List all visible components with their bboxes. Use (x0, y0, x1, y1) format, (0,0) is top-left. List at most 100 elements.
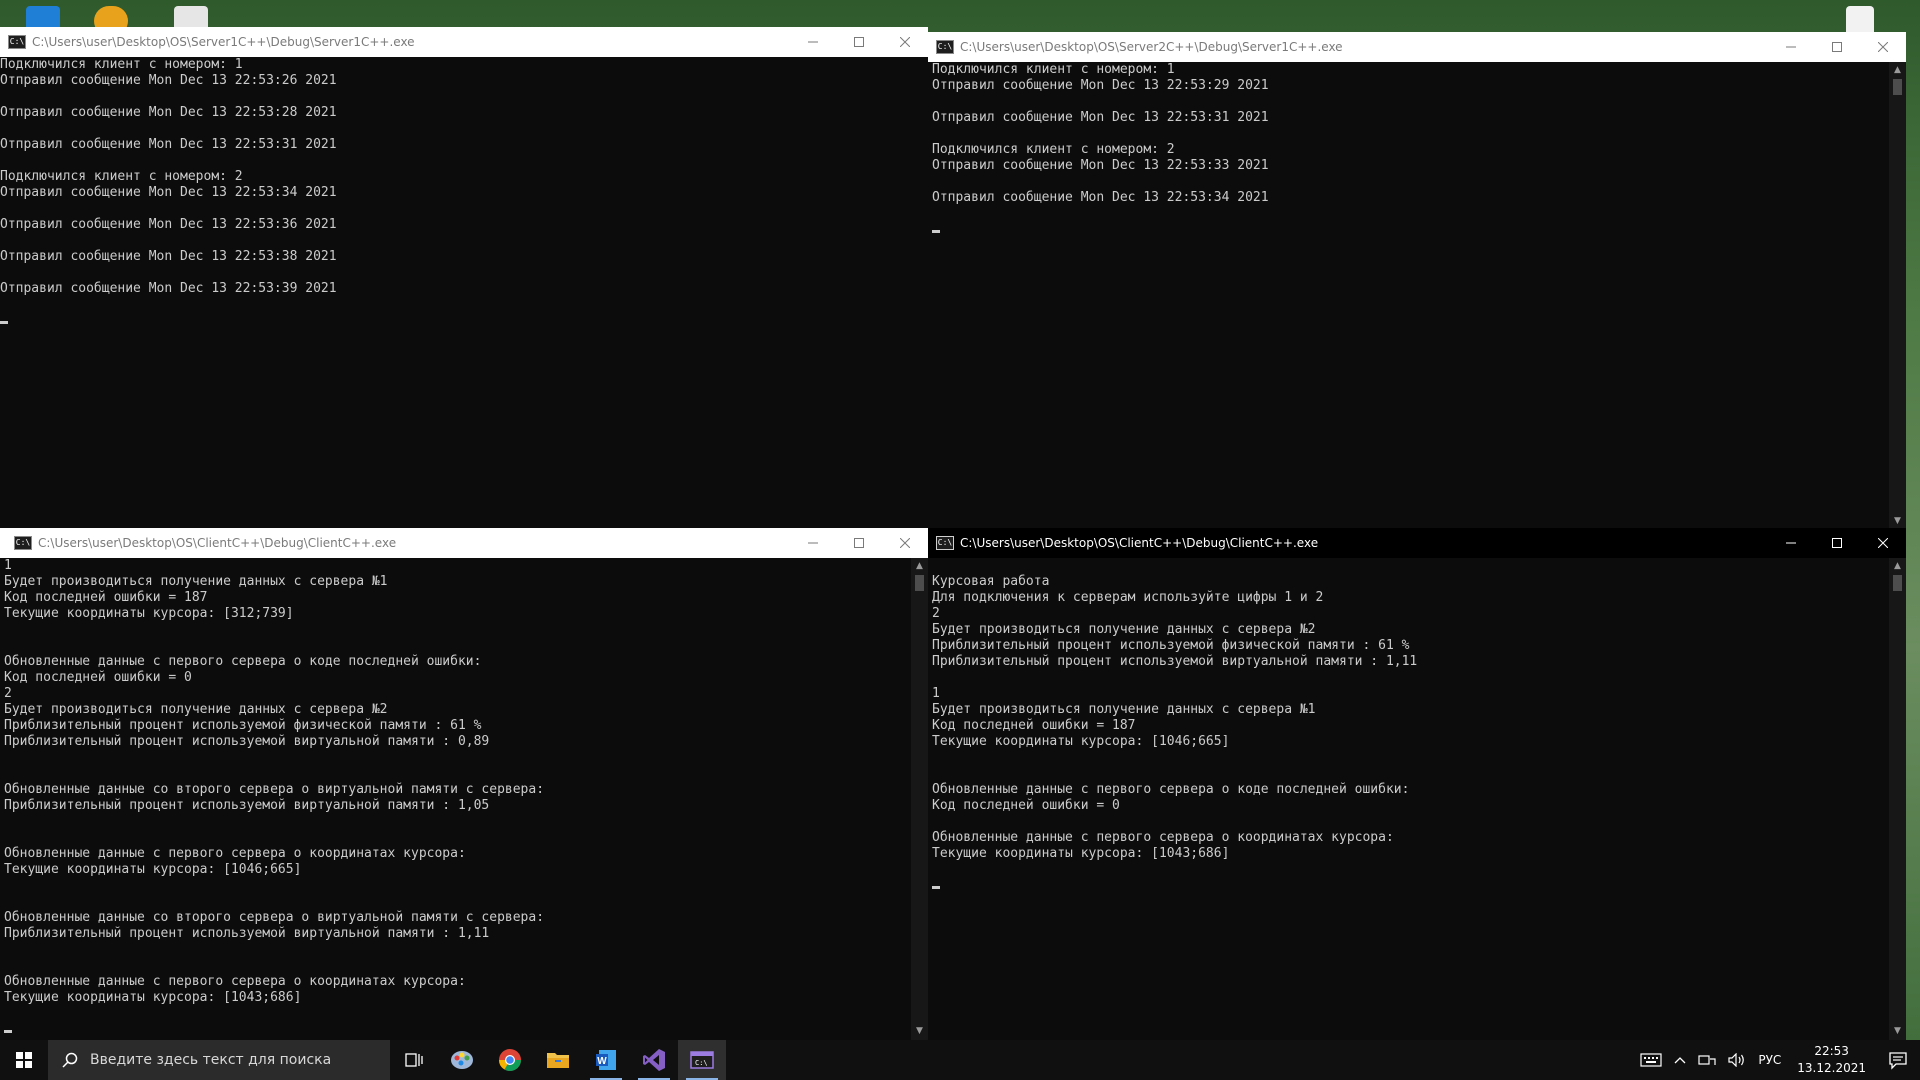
console-line: Для подключения к серверам используйте ц… (932, 590, 1324, 605)
scroll-down-arrow-icon[interactable]: ▼ (911, 1023, 928, 1040)
start-button[interactable] (0, 1040, 48, 1080)
clock-time: 22:53 (1814, 1044, 1849, 1058)
maximize-button[interactable] (836, 528, 882, 558)
console-line: Обновленные данные с первого сервера о к… (4, 974, 466, 989)
scroll-down-arrow-icon[interactable]: ▼ (1889, 1023, 1906, 1040)
client1-titlebar[interactable]: C:\ C:\Users\user\Desktop\OS\ClientC++\D… (0, 528, 928, 558)
client2-console-output[interactable]: Курсовая работа Для подключения к сервера… (928, 558, 1889, 1040)
console-line: Обновленные данные с первого сервера о к… (932, 782, 1410, 797)
client1-console-window[interactable]: C:\ C:\Users\user\Desktop\OS\ClientC++\D… (0, 528, 928, 1040)
chrome-icon[interactable] (486, 1040, 534, 1080)
server2-titlebar[interactable]: C:\ C:\Users\user\Desktop\OS\Server2C++\… (928, 32, 1906, 62)
console-line: 2 (4, 686, 12, 701)
server2-console-output[interactable]: Подключился клиент с номером: 1 Отправил … (928, 62, 1889, 530)
console-line: Приблизительный процент используемой вир… (4, 926, 490, 941)
maximize-button[interactable] (1814, 32, 1860, 62)
vertical-scrollbar[interactable]: ▲ ▼ (911, 558, 928, 1040)
console-line: Отправил сообщение Mon Dec 13 22:53:38 2… (0, 249, 337, 264)
console-line: Код последней ошибки = 0 (4, 670, 192, 685)
window-title: C:\Users\user\Desktop\OS\ClientC++\Debug… (38, 536, 397, 550)
taskbar-search-box[interactable]: Введите здесь текст для поиска (48, 1040, 390, 1080)
console-icon[interactable]: C:\ (678, 1040, 726, 1080)
keyboard-icon[interactable] (1634, 1052, 1668, 1068)
console-line: Отправил сообщение Mon Dec 13 22:53:34 2… (932, 190, 1269, 205)
taskbar: Введите здесь текст для поиска W C:\ РУС (0, 1040, 1920, 1080)
window-title: C:\Users\user\Desktop\OS\Server1C++\Debu… (32, 35, 415, 49)
visual-studio-icon[interactable] (630, 1040, 678, 1080)
scroll-thumb[interactable] (1893, 79, 1902, 95)
console-line: 1 (932, 686, 940, 701)
close-button[interactable] (1860, 528, 1906, 558)
minimize-button[interactable] (790, 27, 836, 57)
console-line: Отправил сообщение Mon Dec 13 22:53:26 2… (0, 73, 337, 88)
console-line: Отправил сообщение Mon Dec 13 22:53:34 2… (0, 185, 337, 200)
console-line: Приблизительный процент используемой вир… (932, 654, 1418, 669)
console-line: Текущие координаты курсора: [1046;665] (932, 734, 1230, 749)
file-explorer-icon[interactable] (534, 1040, 582, 1080)
scroll-up-arrow-icon[interactable]: ▲ (1889, 62, 1906, 79)
task-view-icon[interactable] (390, 1040, 438, 1080)
console-cursor-line (4, 1022, 911, 1038)
console-line: Подключился клиент с номером: 2 (0, 169, 243, 184)
vertical-scrollbar[interactable]: ▲ ▼ (1889, 558, 1906, 1040)
console-line: Будет производиться получение данных с с… (4, 702, 388, 717)
scroll-thumb[interactable] (1893, 575, 1902, 591)
text-cursor (0, 321, 8, 324)
console-line: Код последней ошибки = 0 (932, 798, 1120, 813)
scroll-thumb[interactable] (915, 575, 924, 591)
close-button[interactable] (882, 27, 928, 57)
close-button[interactable] (1860, 32, 1906, 62)
console-line: Код последней ошибки = 187 (4, 590, 208, 605)
server1-titlebar[interactable]: C:\ C:\Users\user\Desktop\OS\Server1C++\… (0, 27, 928, 57)
scroll-up-arrow-icon[interactable]: ▲ (1889, 558, 1906, 575)
network-icon[interactable] (1692, 1053, 1722, 1067)
server1-console-output[interactable]: Подключился клиент с номером: 1 Отправил … (0, 57, 928, 530)
minimize-button[interactable] (790, 528, 836, 558)
console-line: Отправил сообщение Mon Dec 13 22:53:36 2… (0, 217, 337, 232)
console-line: Приблизительный процент используемой вир… (4, 734, 490, 749)
client1-console-output[interactable]: 1 Будет производиться получение данных с … (0, 558, 911, 1040)
console-line: Будет производиться получение данных с с… (932, 622, 1316, 637)
vertical-scrollbar[interactable]: ▲ ▼ (1889, 62, 1906, 530)
volume-icon[interactable] (1722, 1053, 1752, 1067)
console-line: Обновленные данные со второго сервера о … (4, 782, 545, 797)
minimize-button[interactable] (1768, 32, 1814, 62)
console-cursor-line (932, 878, 1889, 894)
maximize-button[interactable] (1814, 528, 1860, 558)
console-line: Обновленные данные со второго сервера о … (4, 910, 545, 925)
minimize-button[interactable] (1768, 528, 1814, 558)
console-cursor-line (932, 222, 1889, 238)
console-line: Обновленные данные с первого сервера о к… (4, 654, 482, 669)
maximize-button[interactable] (836, 27, 882, 57)
console-line: Текущие координаты курсора: [1046;665] (4, 862, 302, 877)
word-icon[interactable]: W (582, 1040, 630, 1080)
server2-console-window[interactable]: C:\ C:\Users\user\Desktop\OS\Server2C++\… (928, 32, 1906, 530)
client2-console-window[interactable]: C:\ C:\Users\user\Desktop\OS\ClientC++\D… (928, 528, 1906, 1040)
close-button[interactable] (882, 528, 928, 558)
chevron-up-icon[interactable] (1668, 1056, 1692, 1064)
input-language[interactable]: РУС (1752, 1053, 1787, 1067)
scroll-up-arrow-icon[interactable]: ▲ (911, 558, 928, 575)
clock[interactable]: 22:53 13.12.2021 (1787, 1043, 1876, 1077)
notifications-icon[interactable] (1876, 1040, 1920, 1080)
console-line: Текущие координаты курсора: [312;739] (4, 606, 294, 621)
console-line: Будет производиться получение данных с с… (4, 574, 388, 589)
console-line: Подключился клиент с номером: 2 (932, 142, 1175, 157)
server1-console-window[interactable]: C:\ C:\Users\user\Desktop\OS\Server1C++\… (0, 27, 928, 530)
client2-titlebar[interactable]: C:\ C:\Users\user\Desktop\OS\ClientC++\D… (928, 528, 1906, 558)
console-line: 1 (4, 558, 12, 573)
paint-icon[interactable] (438, 1040, 486, 1080)
